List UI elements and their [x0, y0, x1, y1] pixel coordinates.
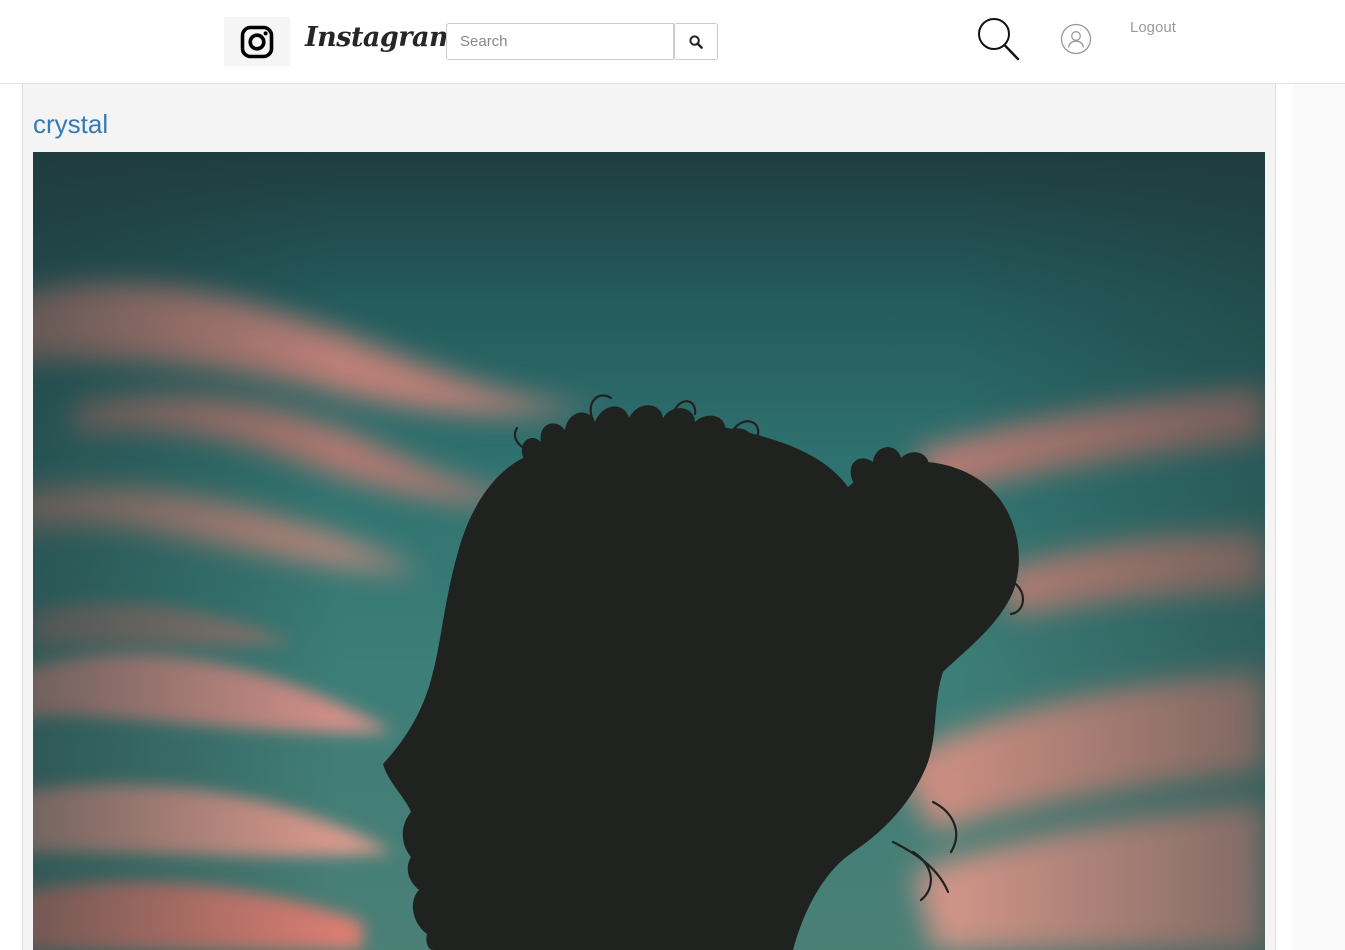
- logout-link[interactable]: Logout: [1130, 19, 1176, 36]
- post-photo[interactable]: [33, 152, 1265, 950]
- instagram-logo-icon[interactable]: [224, 17, 290, 66]
- profile-user-icon[interactable]: [1060, 23, 1092, 55]
- top-navbar: Instagram Logout: [0, 0, 1345, 84]
- search-icon: [689, 34, 703, 49]
- explore-search-icon[interactable]: [975, 16, 1021, 62]
- search-input[interactable]: [446, 23, 674, 60]
- post-username[interactable]: crystal: [33, 109, 108, 140]
- right-margin: [1293, 84, 1345, 950]
- silhouette-photo-image: [33, 152, 1265, 950]
- search-button[interactable]: [674, 23, 718, 60]
- brand-wordmark[interactable]: Instagram: [305, 22, 458, 53]
